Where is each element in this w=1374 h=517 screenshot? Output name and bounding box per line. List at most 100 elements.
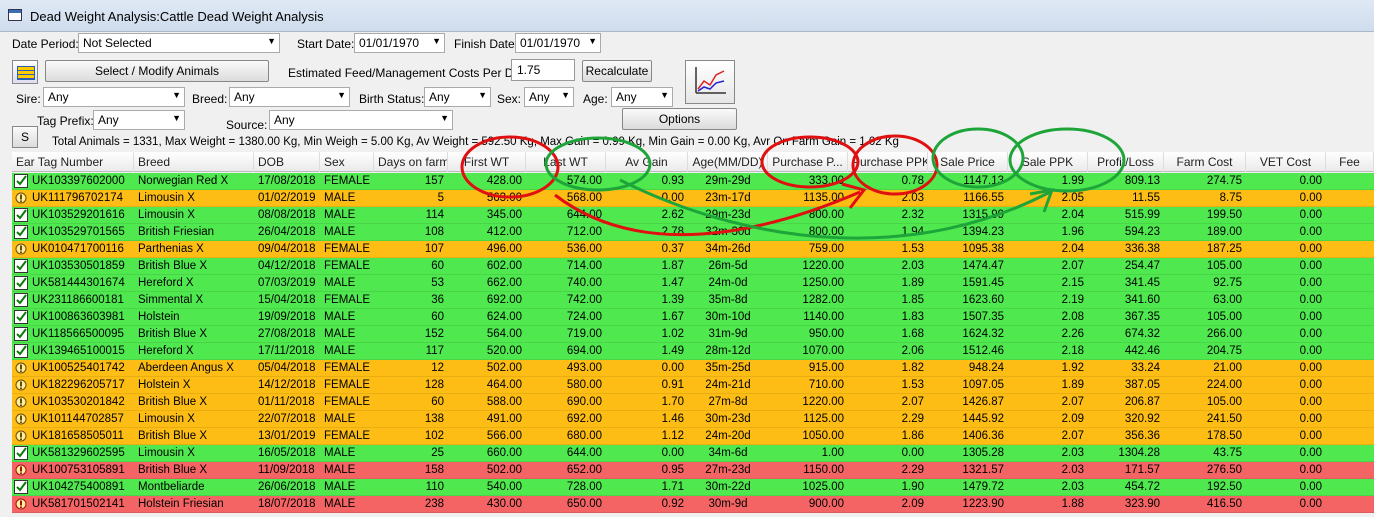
cell-tag: UK103530201842 [32,396,125,408]
column-header[interactable]: Av Gain [606,152,688,172]
cell-dob: 16/05/2018 [258,447,316,459]
table-row[interactable]: UK103529701565 British Friesian 26/04/2018… [12,224,1374,241]
birth-status-select[interactable]: Any ▼ [424,87,491,107]
cell-sex: MALE [324,498,356,510]
column-header[interactable]: Profit/Loss [1088,152,1164,172]
column-header[interactable]: Sale PPK [1008,152,1088,172]
cell-sex: MALE [324,464,356,476]
start-date-picker[interactable]: 01/01/1970 ▼ [354,33,445,53]
cell-vet: 0.00 [1299,226,1322,238]
select-modify-animals-button[interactable]: Select / Modify Animals [45,60,269,82]
cell-pppk: 1.85 [901,294,924,306]
cell-tag: UK100753105891 [32,464,125,476]
tag-prefix-select[interactable]: Any ▼ [93,110,185,130]
table-row[interactable]: UK103530501859 British Blue X 04/12/2018 FE… [12,258,1374,275]
options-button[interactable]: Options [622,108,737,130]
cell-pp: 1220.00 [802,260,844,272]
cell-sppk: 1.89 [1061,379,1084,391]
cell-first: 502.00 [486,362,522,374]
cell-tag: UK103397602000 [32,175,125,187]
table-row[interactable]: UK231186600181 Simmental X 15/04/2018 FEMAL… [12,292,1374,309]
cell-vet: 0.00 [1299,192,1322,204]
s-button[interactable]: S [12,126,38,148]
table-row[interactable]: UK581701502141 Holstein Friesian 18/07/201… [12,496,1374,513]
column-header[interactable]: Breed [134,152,254,172]
cell-breed: British Blue X [138,260,208,272]
column-header[interactable]: DOB [254,152,320,172]
cell-breed: Hereford X [138,345,194,357]
table-row[interactable]: UK100753105891 British Blue X 11/09/2018 MA… [12,462,1374,479]
cell-pp: 1050.00 [802,430,844,442]
cell-pppk: 1.53 [901,243,924,255]
table-row[interactable]: UK103529201616 Limousin X 08/08/2018 MALE 11… [12,207,1374,224]
cell-pl: 320.92 [1124,413,1160,425]
cell-farm: 105.00 [1206,311,1242,323]
breed-select[interactable]: Any ▼ [229,87,350,107]
cell-sppk: 2.15 [1061,277,1084,289]
table-row[interactable]: UK101144702857 Limousin X 22/07/2018 MALE 13… [12,411,1374,428]
cell-first: 464.00 [486,379,522,391]
cell-pppk: 2.29 [901,413,924,425]
table-row[interactable]: UK103530201842 British Blue X 01/11/2018 FE… [12,394,1374,411]
column-header[interactable]: Age(MM/DD) [688,152,768,172]
column-header[interactable]: Purchase PPK [848,152,928,172]
recalculate-button[interactable]: Recalculate [582,60,652,82]
age-select[interactable]: Any ▼ [611,87,673,107]
cell-days: 5 [437,192,444,204]
cell-dob: 17/11/2018 [258,345,315,357]
table-row[interactable]: UK118566500095 British Blue X 27/08/2018 MA… [12,326,1374,343]
date-period-label: Date Period: [12,37,79,51]
cell-sex: FEMALE [324,379,371,391]
cell-days: 152 [424,328,444,340]
cell-farm: 178.50 [1206,430,1242,442]
cell-sex: FEMALE [324,175,371,187]
cell-sppk: 2.08 [1061,311,1084,323]
column-header[interactable]: Farm Cost [1164,152,1246,172]
cell-first: 662.00 [486,277,522,289]
cell-days: 107 [424,243,444,255]
sex-label: Sex: [497,92,522,106]
cell-tag: UK103530501859 [32,260,125,272]
table-row[interactable]: UK182296205717 Holstein X 14/12/2018 FEMALE… [12,377,1374,394]
date-period-select[interactable]: Not Selected ▼ [78,33,280,53]
table-row[interactable]: UK100525401742 Aberdeen Angus X 05/04/2018… [12,360,1374,377]
table-row[interactable]: UK104275400891 Montbeliarde 26/06/2018 MALE… [12,479,1374,496]
column-header[interactable]: Ear Tag Number [12,152,134,172]
cell-tag: UK100525401742 [32,362,125,374]
start-date-value: 01/01/1970 [359,36,420,50]
cell-sppk: 2.19 [1061,294,1084,306]
chart-button[interactable] [685,60,735,104]
table-row[interactable]: UK111796702174 Limousin X 01/02/2019 MALE 5 5… [12,190,1374,207]
table-row[interactable]: UK103397602000 Norwegian Red X 17/08/2018 F… [12,173,1374,190]
table-row[interactable]: UK100863603981 Holstein 19/09/2018 MALE 60 62… [12,309,1374,326]
cell-pppk: 1.94 [901,226,924,238]
cell-last: 742.00 [566,294,602,306]
cell-age: 30m-10d [705,311,751,323]
cell-gain: 1.49 [661,345,684,357]
column-header[interactable]: Sex [320,152,374,172]
cell-first: 563.00 [486,192,522,204]
table-row[interactable]: UK181658505011 British Blue X 13/01/2019 FE… [12,428,1374,445]
cell-vet: 0.00 [1299,209,1322,221]
table-row[interactable]: UK581329602595 Limousin X 16/05/2018 MALE 25… [12,445,1374,462]
table-row[interactable]: UK139465100015 Hereford X 17/11/2018 MALE 11… [12,343,1374,360]
finish-date-picker[interactable]: 01/01/1970 ▼ [515,33,601,53]
column-header[interactable]: Fee [1326,152,1374,172]
column-header[interactable]: VET Cost [1246,152,1326,172]
cell-vet: 0.00 [1299,430,1322,442]
cell-last: 714.00 [566,260,602,272]
column-header[interactable]: Last WT [526,152,606,172]
feed-cost-input[interactable]: 1.75 [511,59,575,81]
column-header[interactable]: Purchase P... [768,152,848,172]
column-header[interactable]: First WT [448,152,526,172]
sex-select[interactable]: Any ▼ [524,87,574,107]
breed-label: Breed: [192,92,228,106]
sire-select[interactable]: Any ▼ [43,87,185,107]
table-row[interactable]: UK581444301674 Hereford X 07/03/2019 MALE 53… [12,275,1374,292]
column-header[interactable]: Days on farm [374,152,448,172]
grid-view-icon[interactable] [12,60,38,84]
source-select[interactable]: Any ▼ [269,110,453,130]
cell-dob: 26/04/2018 [258,226,316,238]
column-header[interactable]: Sale Price [928,152,1008,172]
table-row[interactable]: UK010471700116 Parthenias X 09/04/2018 FEMA… [12,241,1374,258]
